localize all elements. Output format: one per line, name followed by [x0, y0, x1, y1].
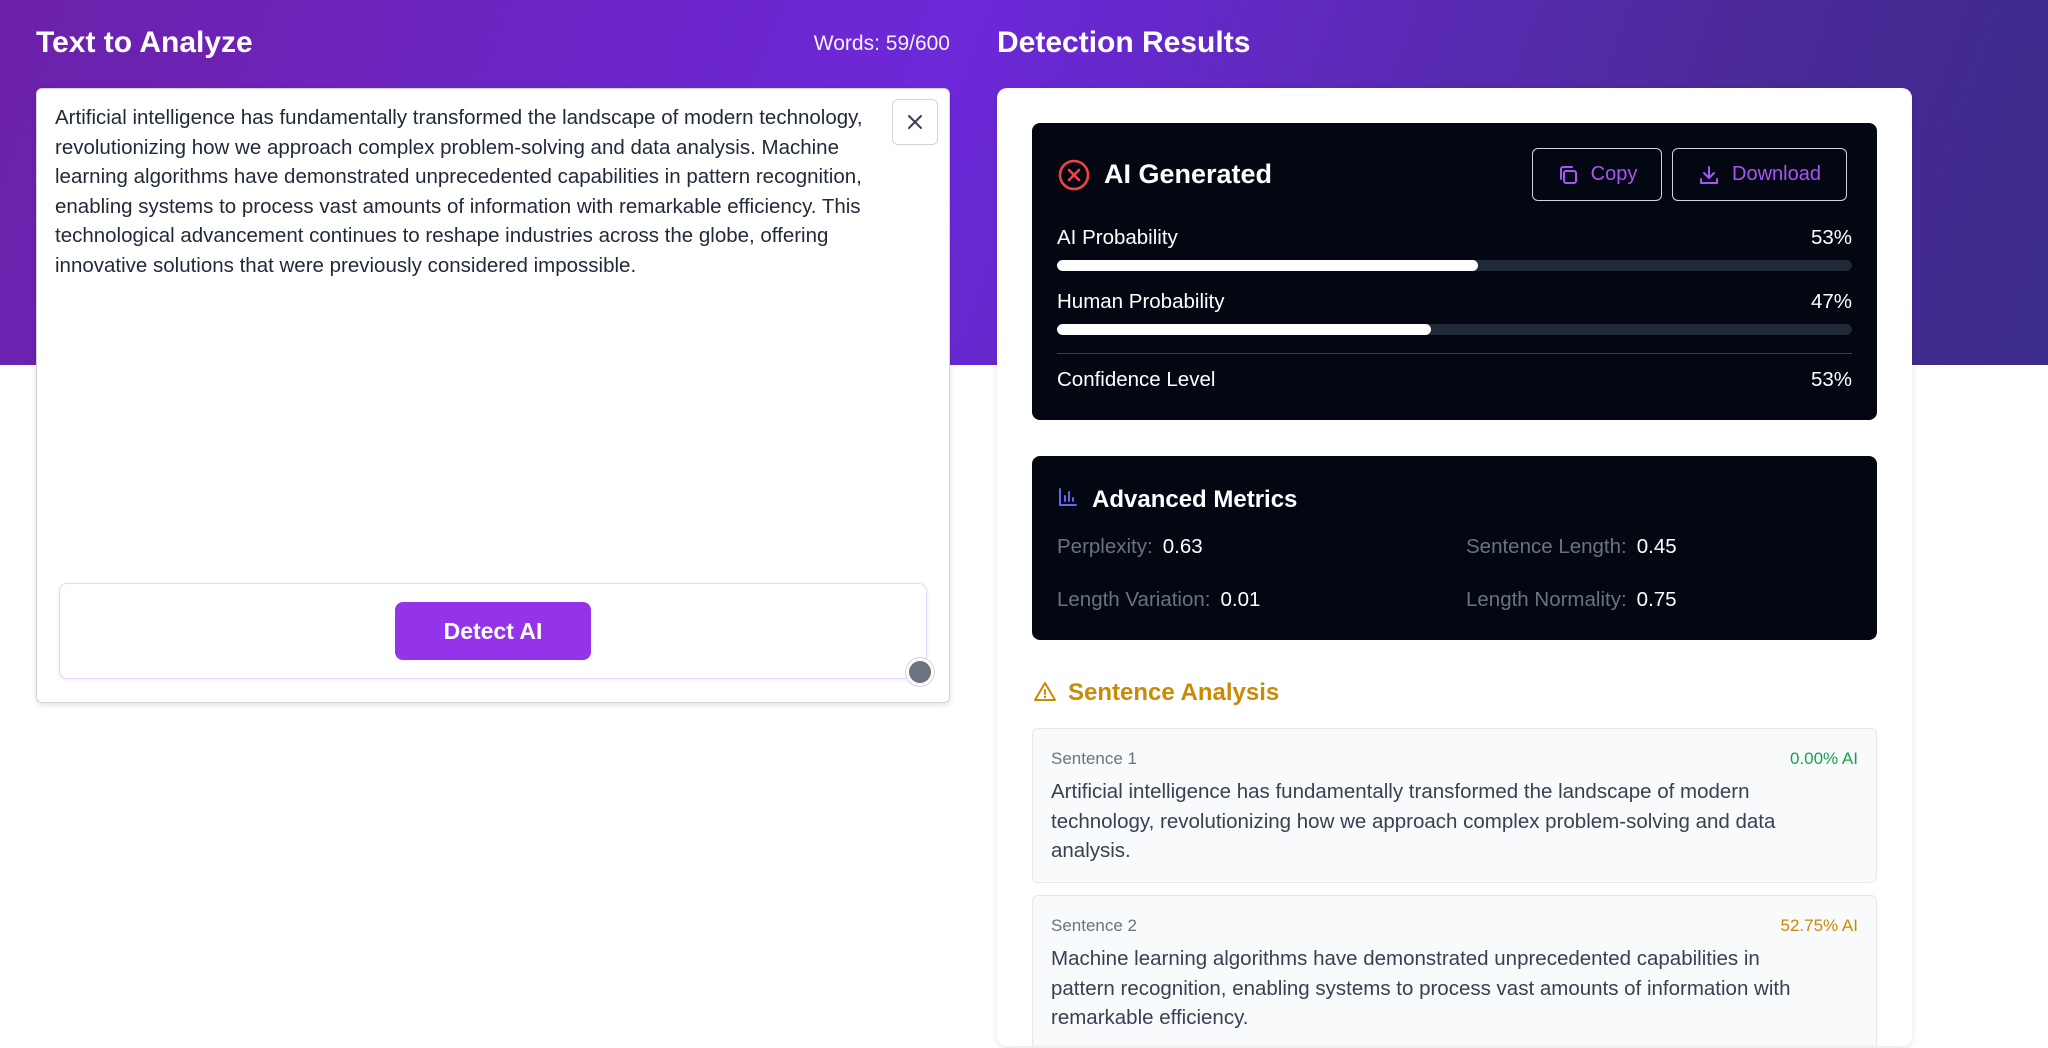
sentence-ai-percentage: 0.00% AI — [1789, 749, 1858, 768]
bar-chart-icon — [1059, 488, 1077, 506]
sentence-text-line: technology, revolutionizing how we appro… — [1051, 809, 1776, 833]
copy-button-label: Copy — [1590, 163, 1638, 185]
sentence-ai-percentage: 52.75% AI — [1780, 916, 1858, 935]
resize-handle[interactable] — [906, 658, 934, 686]
perplexity-metric: Perplexity: 0.63 — [1057, 535, 1203, 559]
input-text[interactable]: Artificial intelligence has fundamentall… — [55, 103, 939, 280]
human-probability-row: Human Probability 47% — [1057, 290, 1852, 314]
word-counter: Words: 59/600 — [813, 32, 950, 55]
sentence-label: Sentence 2 — [1051, 916, 1138, 935]
ai-probability-label: AI Probability — [1057, 226, 1178, 249]
input-text-line: learning algorithms have demonstrated un… — [55, 165, 862, 188]
warning-triangle-icon — [1034, 682, 1056, 701]
sentence-card: Sentence 1 0.00% AI Artificial intellige… — [1032, 728, 1877, 883]
confidence-value: 53% — [1810, 368, 1852, 391]
download-button[interactable]: Download — [1672, 148, 1847, 201]
x-circle-icon — [1058, 159, 1090, 191]
clear-text-button[interactable] — [892, 99, 938, 145]
sentence-text: Machine learning algorithms have demonst… — [1051, 944, 1856, 1033]
close-icon — [908, 115, 922, 129]
input-text-line: technological advancement continues to r… — [55, 224, 829, 247]
sentence-analysis-title: Sentence Analysis — [1068, 679, 1280, 706]
advanced-metrics-box: Advanced Metrics Perplexity: 0.63 Sentenc… — [1032, 456, 1877, 640]
sentence-text: Artificial intelligence has fundamentall… — [1051, 777, 1856, 866]
verdict-box: AI Generated Copy Download AI Probabilit… — [1032, 123, 1877, 420]
length-variation-label: Length Variation: — [1057, 588, 1211, 611]
sentence-length-metric: Sentence Length: 0.45 — [1466, 535, 1677, 559]
download-icon — [1700, 165, 1719, 184]
copy-button[interactable]: Copy — [1532, 148, 1662, 201]
sentence-text-line: pattern recognition, enabling systems to… — [1051, 976, 1791, 1000]
length-normality-value: 0.75 — [1636, 588, 1677, 611]
sentence-length-value: 0.45 — [1636, 535, 1677, 558]
input-text-line: innovative solutions that were previousl… — [55, 253, 637, 277]
advanced-metrics-title: Advanced Metrics — [1092, 486, 1298, 513]
ai-probability-bar — [1057, 260, 1852, 271]
results-panel-title: Detection Results — [997, 26, 1251, 59]
input-text-line: revolutionizing how we approach complex … — [55, 135, 839, 159]
ai-probability-value: 53% — [1810, 226, 1852, 249]
length-normality-metric: Length Normality: 0.75 — [1466, 588, 1677, 612]
input-text-line: Artificial intelligence has fundamentall… — [55, 106, 863, 129]
human-probability-bar — [1057, 324, 1852, 335]
input-panel-title: Text to Analyze — [36, 26, 253, 59]
divider — [1057, 353, 1852, 354]
download-button-label: Download — [1732, 163, 1821, 185]
sentence-text-line: remarkable efficiency. — [1051, 1006, 1249, 1029]
ai-probability-bar-fill — [1057, 260, 1479, 271]
sentence-length-label: Sentence Length: — [1466, 535, 1627, 558]
length-variation-metric: Length Variation: 0.01 — [1057, 588, 1260, 612]
input-text-line: enabling systems to process vast amounts… — [55, 194, 861, 218]
results-card: AI Generated Copy Download AI Probabilit… — [997, 88, 1912, 1046]
confidence-label: Confidence Level — [1057, 368, 1216, 391]
detect-ai-button[interactable]: Detect AI — [395, 602, 591, 660]
action-bar: Detect AI — [59, 583, 927, 679]
sentence-text-line: Artificial intelligence has fundamentall… — [1051, 780, 1750, 803]
length-variation-value: 0.01 — [1220, 588, 1261, 611]
verdict-label: AI Generated — [1104, 159, 1273, 189]
sentence-text-line: analysis. — [1051, 839, 1131, 862]
sentence-label: Sentence 1 — [1051, 749, 1138, 768]
copy-icon — [1559, 165, 1577, 184]
ai-probability-row: AI Probability 53% — [1057, 226, 1852, 250]
perplexity-label: Perplexity: — [1057, 535, 1153, 558]
sentence-card: Sentence 2 52.75% AI Machine learning al… — [1032, 895, 1877, 1046]
human-probability-label: Human Probability — [1057, 290, 1225, 313]
sentence-text-line: Machine learning algorithms have demonst… — [1051, 947, 1760, 970]
perplexity-value: 0.63 — [1162, 535, 1203, 558]
length-normality-label: Length Normality: — [1466, 588, 1627, 611]
confidence-row: Confidence Level 53% — [1057, 368, 1852, 392]
human-probability-bar-fill — [1057, 324, 1431, 335]
text-input-area[interactable]: Artificial intelligence has fundamentall… — [36, 88, 950, 703]
human-probability-value: 47% — [1810, 290, 1852, 313]
